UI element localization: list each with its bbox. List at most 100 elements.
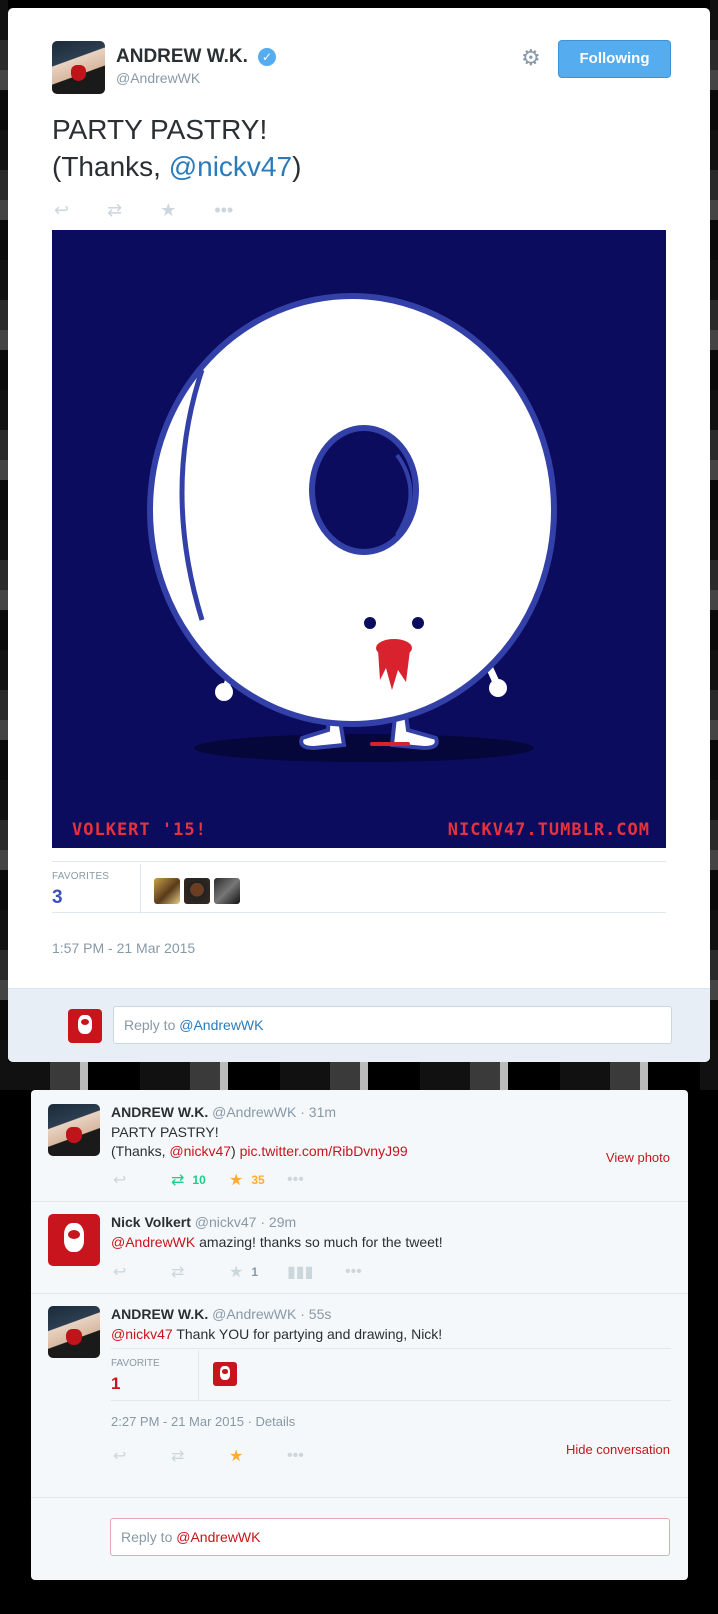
retweet-icon[interactable]: ⇄ 10 <box>171 1170 229 1190</box>
reply-prefix: Reply to <box>121 1529 177 1545</box>
reply-icon[interactable]: ↩ <box>113 1262 171 1282</box>
reply-handle: @AndrewWK <box>179 1017 264 1033</box>
tweet-text-close: ) <box>231 1143 240 1159</box>
favoriter-avatar[interactable] <box>214 878 240 904</box>
favoriter-avatar[interactable] <box>213 1362 237 1386</box>
conversation-tweet[interactable]: Nick Volkert @nickv47 · 29m @AndrewWK am… <box>31 1202 688 1294</box>
author-name[interactable]: ANDREW W.K. <box>111 1306 208 1322</box>
tweet-text: @nickv47 Thank YOU for partying and draw… <box>111 1325 442 1344</box>
tweet-text-line2: (Thanks, @nickv47) pic.twitter.com/RibDv… <box>111 1142 408 1161</box>
reply-handle: @AndrewWK <box>176 1529 261 1545</box>
author-avatar[interactable] <box>48 1104 100 1156</box>
tweet-actions: ↩ ⇄ 10 ★ 35 ••• <box>113 1170 345 1190</box>
tweet-text-line2: (Thanks, @nickv47) <box>52 148 301 185</box>
favoriter-avatar[interactable] <box>154 878 180 904</box>
background-poster-left <box>0 0 8 1070</box>
reply-icon[interactable]: ↩ <box>54 200 69 220</box>
gear-icon[interactable]: ⚙ <box>521 47 541 69</box>
favorite-count: 1 <box>251 1265 259 1279</box>
stats-icon[interactable]: ▮▮▮ <box>287 1262 345 1282</box>
tweet-header: Nick Volkert @nickv47 · 29m <box>111 1214 296 1230</box>
image-caption-right: NICKV47.TUMBLR.COM <box>447 820 650 840</box>
tweet-text-body: amazing! thanks so much for the tweet! <box>195 1234 443 1250</box>
mention-link[interactable]: @nickv47 <box>169 151 292 182</box>
tweet-actions: ↩ ⇄ ★ ••• <box>113 1446 345 1466</box>
favoriter-avatar[interactable] <box>184 878 210 904</box>
background-poster-band <box>0 1062 718 1090</box>
author-avatar[interactable] <box>52 41 105 94</box>
stats-divider-bottom <box>111 1400 671 1401</box>
favorite-count[interactable]: 1 <box>111 1374 120 1394</box>
tweet-text: PARTY PASTRY! (Thanks, @nickv47) pic.twi… <box>111 1123 408 1161</box>
author-name[interactable]: ANDREW W.K. <box>116 46 248 68</box>
author-name[interactable]: ANDREW W.K. <box>111 1104 208 1120</box>
tweet-text-thanks: (Thanks, <box>111 1143 170 1159</box>
tweet-actions: ↩ ⇄ ★ ••• <box>54 200 271 220</box>
donut-illustration <box>52 230 666 848</box>
tweet-text: @AndrewWK amazing! thanks so much for th… <box>111 1233 443 1252</box>
favorite-count: 35 <box>251 1173 265 1187</box>
stats-divider-top <box>111 1348 671 1349</box>
tweet-timestamp[interactable]: 2:27 PM - 21 Mar 2015 · Details <box>111 1414 295 1429</box>
author-avatar[interactable] <box>48 1306 100 1358</box>
more-icon[interactable]: ••• <box>287 1171 345 1189</box>
retweet-count: 10 <box>192 1173 206 1187</box>
reply-area: Reply to @AndrewWK <box>8 988 710 1062</box>
favoriter-avatars <box>154 878 244 904</box>
stats-divider-top <box>52 861 666 862</box>
view-photo-link[interactable]: View photo <box>606 1150 670 1165</box>
reply-input[interactable]: Reply to @AndrewWK <box>110 1518 670 1556</box>
more-icon[interactable]: ••• <box>287 1447 345 1465</box>
star-icon[interactable]: ★ 35 <box>229 1170 287 1190</box>
tweet-timestamp[interactable]: 1:57 PM - 21 Mar 2015 <box>52 940 195 956</box>
following-button[interactable]: Following <box>558 40 671 78</box>
more-icon[interactable]: ••• <box>345 1263 403 1281</box>
tweet-header: ANDREW W.K. @AndrewWK · 55s <box>111 1306 331 1322</box>
conversation-tweet[interactable]: ANDREW W.K. @AndrewWK · 31m PARTY PASTRY… <box>31 1090 688 1202</box>
author-avatar[interactable] <box>48 1214 100 1266</box>
background-poster-right <box>710 0 718 1070</box>
retweet-icon[interactable]: ⇄ <box>171 1262 229 1282</box>
hide-conversation-link[interactable]: Hide conversation <box>566 1442 670 1457</box>
tweet-text-body: Thank YOU for partying and drawing, Nick… <box>172 1326 443 1342</box>
conversation-tweet-expanded[interactable]: ANDREW W.K. @AndrewWK · 55s @nickv47 Tha… <box>31 1294 688 1498</box>
tweet-text-line1: PARTY PASTRY! <box>52 114 268 145</box>
stats-separator <box>140 864 141 914</box>
author-handle[interactable]: @AndrewWK <box>116 70 200 86</box>
tweet-text-line1: PARTY PASTRY! <box>111 1124 219 1140</box>
author-handle-time[interactable]: @AndrewWK · 31m <box>212 1104 336 1120</box>
mention-link[interactable]: @nickv47 <box>111 1326 173 1342</box>
tweet-actions: ↩ ⇄ ★ 1 ▮▮▮ ••• <box>113 1262 403 1282</box>
stats-separator <box>198 1350 199 1400</box>
reply-icon[interactable]: ↩ <box>113 1170 171 1190</box>
conversation-card: ANDREW W.K. @AndrewWK · 31m PARTY PASTRY… <box>31 1090 688 1580</box>
star-icon[interactable]: ★ <box>229 1446 287 1466</box>
mention-link[interactable]: @AndrewWK <box>111 1234 195 1250</box>
author-handle-time[interactable]: @nickv47 · 29m <box>195 1214 296 1230</box>
pic-link[interactable]: pic.twitter.com/RibDvnyJ99 <box>240 1143 408 1159</box>
star-icon[interactable]: ★ 1 <box>229 1262 287 1282</box>
background-bottom <box>0 1580 718 1614</box>
tweet-text: PARTY PASTRY! (Thanks, @nickv47) <box>52 111 301 185</box>
reply-prefix: Reply to <box>124 1017 180 1033</box>
retweet-icon[interactable]: ⇄ <box>107 200 122 220</box>
tweet-text-close: ) <box>292 151 302 182</box>
tweet-header: ANDREW W.K. @AndrewWK · 31m <box>111 1104 336 1120</box>
tweet-detail-card: ANDREW W.K. ✓ @AndrewWK ⚙ Following PART… <box>8 8 710 1062</box>
favorites-label: FAVORITES <box>52 871 110 882</box>
image-caption-left: VOLKERT '15! <box>72 820 207 840</box>
my-avatar <box>68 1009 102 1043</box>
author-name[interactable]: Nick Volkert <box>111 1214 191 1230</box>
author-handle-time[interactable]: @AndrewWK · 55s <box>212 1306 331 1322</box>
favorites-count[interactable]: 3 <box>52 887 63 909</box>
reply-icon[interactable]: ↩ <box>113 1446 171 1466</box>
favorite-label: FAVORITE <box>111 1358 160 1369</box>
reply-input[interactable]: Reply to @AndrewWK <box>113 1006 672 1044</box>
more-icon[interactable]: ••• <box>214 200 233 220</box>
tweet-text-thanks: (Thanks, <box>52 151 169 182</box>
tweet-image[interactable]: VOLKERT '15! NICKV47.TUMBLR.COM <box>52 230 666 848</box>
verified-icon: ✓ <box>258 48 276 66</box>
mention-link[interactable]: @nickv47 <box>169 1143 231 1159</box>
retweet-icon[interactable]: ⇄ <box>171 1446 229 1466</box>
star-icon[interactable]: ★ <box>160 200 176 220</box>
